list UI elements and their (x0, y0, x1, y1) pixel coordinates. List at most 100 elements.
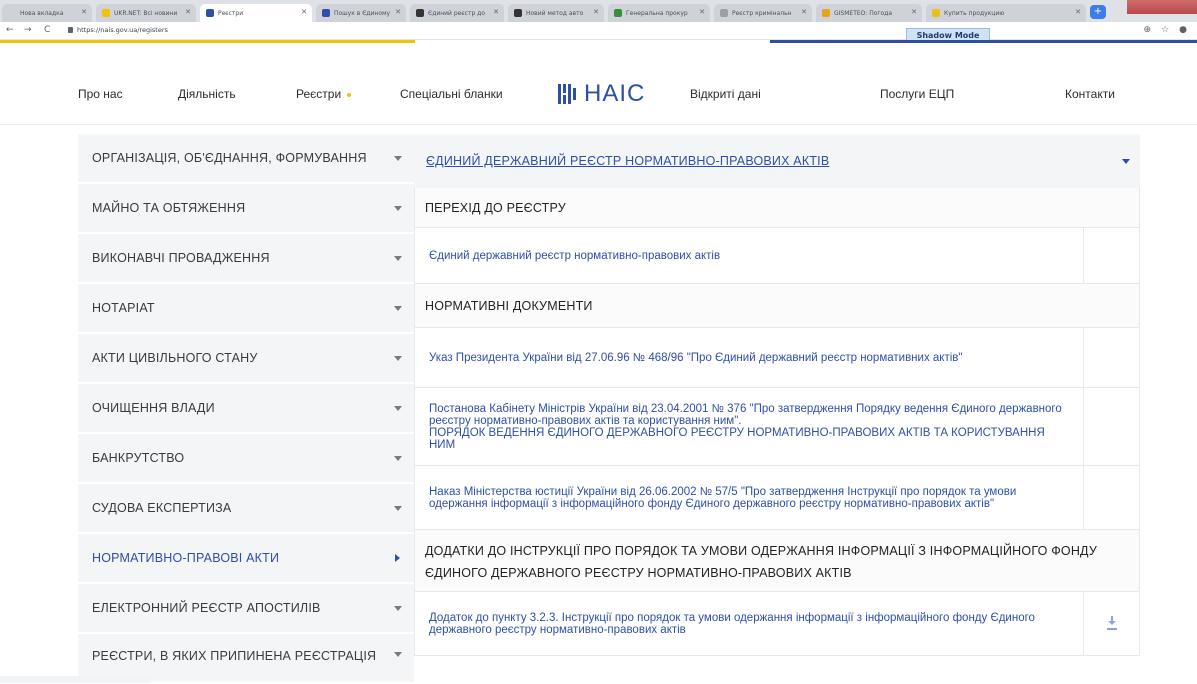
register-link-row[interactable]: Єдиний державний реєстр нормативно-право… (414, 228, 1140, 284)
browser-tab[interactable]: Купить продукцию ✕ (926, 4, 1086, 22)
nav-registers[interactable]: Реєстри (296, 87, 352, 101)
close-icon[interactable]: ✕ (81, 8, 87, 16)
close-icon[interactable]: ✕ (395, 8, 401, 16)
sidebar-item-enforcement[interactable]: ВИКОНАВЧІ ПРОВАДЖЕННЯ (78, 234, 414, 284)
browser-tab-active[interactable]: Реєстри ✕ (200, 4, 312, 22)
chevron-down-icon (394, 456, 402, 461)
browser-tab[interactable]: GISMETEO: Погода ✕ (816, 4, 922, 22)
browser-tab[interactable]: Генеральна прокур ✕ (608, 4, 710, 22)
tab-label: Пошук в Єдиному (334, 9, 391, 17)
account-icon[interactable]: ● (1179, 25, 1187, 35)
close-icon[interactable]: ✕ (699, 8, 705, 16)
sidebar-item-apostille[interactable]: ЕЛЕКТРОННИЙ РЕЄСТР АПОСТИЛІВ (78, 584, 414, 634)
chevron-right-icon (395, 554, 400, 562)
address-bar: ← → C https://nais.gov.ua/registers ⊕ ☆ … (0, 22, 1197, 40)
register-title-link[interactable]: ЄДИНИЙ ДЕРЖАВНИЙ РЕЄСТР НОРМАТИВНО-ПРАВО… (426, 154, 829, 168)
site-logo[interactable]: НАІС (558, 80, 646, 107)
url-field[interactable]: https://nais.gov.ua/registers (68, 26, 168, 34)
chevron-down-icon (394, 406, 402, 411)
sidebar-item-forensics[interactable]: СУДОВА ЕКСПЕРТИЗА (78, 484, 414, 534)
back-icon[interactable]: ← (6, 25, 14, 35)
chevron-down-icon (394, 156, 402, 161)
tab-label: Купить продукцию (944, 9, 1005, 17)
tab-label: Нова вкладка (20, 9, 64, 17)
tab-label: UKR.NET: Всі новини (114, 9, 178, 17)
tab-label: Генеральна прокур (626, 9, 688, 17)
tab-favicon (514, 9, 522, 17)
nav-activity[interactable]: Діяльність (178, 87, 236, 101)
tab-favicon (822, 9, 830, 17)
document-row[interactable]: Указ Президента України від 27.06.96 № 4… (414, 328, 1140, 388)
section-heading-text: ДОДАТКИ ДО ІНСТРУКЦІЇ ПРО ПОРЯДОК ТА УМО… (425, 544, 1097, 580)
new-tab-button[interactable]: + (1090, 5, 1106, 19)
sidebar-item-label: СУДОВА ЕКСПЕРТИЗА (92, 501, 232, 515)
browser-tab[interactable]: Єдиний реєстр до ✕ (410, 4, 504, 22)
close-icon[interactable]: ✕ (185, 8, 191, 16)
document-link[interactable]: Постанова Кабінету Міністрів України від… (429, 403, 1067, 427)
nav-contacts[interactable]: Контакти (1065, 87, 1115, 101)
chevron-down-icon (394, 652, 402, 657)
forward-icon[interactable]: → (24, 25, 32, 35)
sidebar-item-notary[interactable]: НОТАРІАТ (78, 284, 414, 334)
sidebar-item-bankruptcy[interactable]: БАНКРУТСТВО (78, 434, 414, 484)
logo-text: НАІС (584, 80, 646, 107)
document-row[interactable]: Постанова Кабінету Міністрів України від… (414, 388, 1140, 466)
star-icon[interactable]: ☆ (1161, 25, 1169, 35)
nav-special-forms[interactable]: Спеціальні бланки (400, 87, 503, 101)
document-link[interactable]: Наказ Міністерства юстиції України від 2… (429, 486, 1067, 510)
sidebar-item-lustration[interactable]: ОЧИЩЕННЯ ВЛАДИ (78, 384, 414, 434)
window-controls[interactable] (1127, 0, 1197, 14)
sidebar-item-label: ВИКОНАВЧІ ПРОВАДЖЕННЯ (92, 251, 270, 265)
chevron-down-icon (394, 506, 402, 511)
reload-icon[interactable]: C (44, 25, 50, 35)
chevron-down-icon (1122, 159, 1130, 164)
chevron-down-icon (394, 206, 402, 211)
sidebar-item-property[interactable]: МАЙНО ТА ОБТЯЖЕННЯ (78, 184, 414, 234)
close-icon[interactable]: ✕ (1075, 8, 1081, 16)
tab-label: Єдиний реєстр до (428, 9, 485, 17)
tab-label: Реєстри (218, 9, 244, 17)
section-heading-text: НОРМАТИВНІ ДОКУМЕНТИ (425, 298, 593, 313)
register-header[interactable]: ЄДИНИЙ ДЕРЖАВНИЙ РЕЄСТР НОРМАТИВНО-ПРАВО… (414, 134, 1140, 188)
browser-tab[interactable]: Пошук в Єдиному ✕ (316, 4, 406, 22)
browser-tab[interactable]: UKR.NET: Всі новини ✕ (96, 4, 196, 22)
sidebar-item-label: МАЙНО ТА ОБТЯЖЕННЯ (92, 201, 246, 215)
annex-row[interactable]: Додаток до пункту 3.2.3. Інструкції про … (414, 592, 1140, 656)
annex-link[interactable]: Додаток до пункту 3.2.3. Інструкції про … (429, 612, 1067, 636)
chevron-down-icon (394, 356, 402, 361)
document-row[interactable]: Наказ Міністерства юстиції України від 2… (414, 466, 1140, 530)
section-heading-docs: НОРМАТИВНІ ДОКУМЕНТИ (414, 284, 1140, 328)
tab-favicon (322, 9, 330, 17)
url-text: https://nais.gov.ua/registers (77, 26, 168, 34)
sidebar-item-organizations[interactable]: ОРГАНІЗАЦІЯ, ОБ'ЄДНАННЯ, ФОРМУВАННЯ (78, 134, 414, 184)
nav-registers-label: Реєстри (296, 87, 342, 101)
tab-favicon (614, 9, 622, 17)
close-icon[interactable]: ✕ (493, 8, 499, 16)
register-content: ЄДИНИЙ ДЕРЖАВНИЙ РЕЄСТР НОРМАТИВНО-ПРАВО… (414, 134, 1140, 656)
close-icon[interactable]: ✕ (801, 8, 807, 16)
sidebar-item-civil-acts[interactable]: АКТИ ЦИВІЛЬНОГО СТАНУ (78, 334, 414, 384)
chevron-down-icon (394, 306, 402, 311)
tab-favicon (416, 9, 424, 17)
close-icon[interactable]: ✕ (911, 8, 917, 16)
registers-sidebar: ОРГАНІЗАЦІЯ, ОБ'ЄДНАННЯ, ФОРМУВАННЯ МАЙН… (78, 134, 414, 684)
section-heading-goto: ПЕРЕХІД ДО РЕЄСТРУ (414, 188, 1140, 228)
download-icon[interactable] (1107, 615, 1117, 630)
chevron-down-icon (394, 606, 402, 611)
register-link[interactable]: Єдиний державний реєстр нормативно-право… (429, 250, 720, 262)
tab-favicon (720, 9, 728, 17)
row-side-cell (1083, 388, 1139, 465)
zoom-icon[interactable]: ⊕ (1144, 25, 1152, 35)
chevron-down-icon (394, 256, 402, 261)
sidebar-item-legal-acts[interactable]: НОРМАТИВНО-ПРАВОВІ АКТИ (78, 534, 414, 584)
nav-eds-services[interactable]: Послуги ЕЦП (880, 87, 954, 101)
document-link[interactable]: ПОРЯДОК ВЕДЕННЯ ЄДИНОГО ДЕРЖАВНОГО РЕЄСТ… (429, 427, 1067, 451)
close-icon[interactable]: ✕ (593, 8, 599, 16)
browser-tab[interactable]: Нова вкладка ✕ (2, 4, 92, 22)
close-icon[interactable]: ✕ (301, 8, 307, 16)
nav-about[interactable]: Про нас (78, 87, 123, 101)
nav-open-data[interactable]: Відкриті дані (690, 87, 761, 101)
browser-tab[interactable]: Новий метод авто ✕ (508, 4, 604, 22)
browser-tab[interactable]: Реєстр кримінальн ✕ (714, 4, 812, 22)
document-link[interactable]: Указ Президента України від 27.06.96 № 4… (429, 352, 962, 364)
